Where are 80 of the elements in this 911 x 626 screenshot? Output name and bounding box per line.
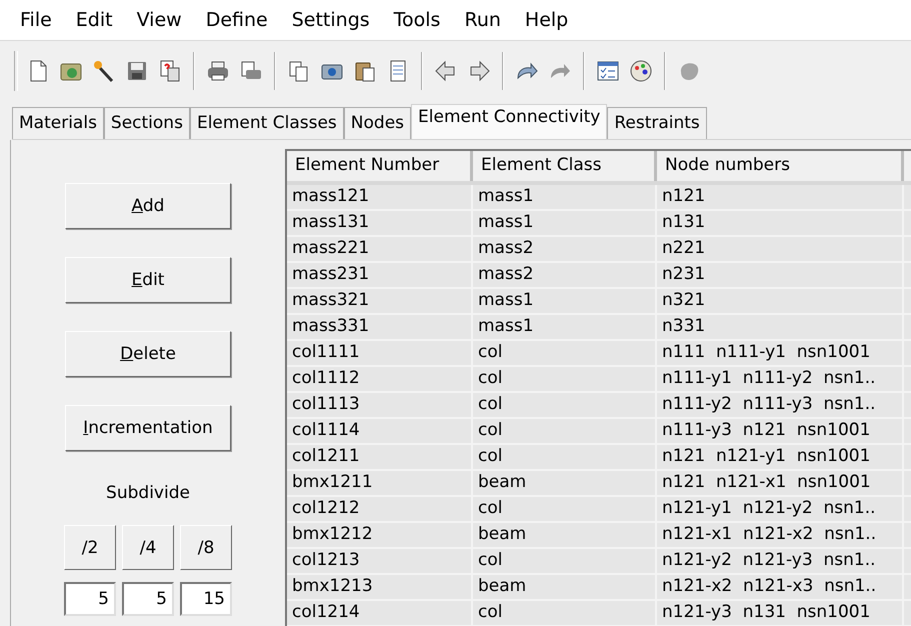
table-cell: col: [473, 341, 657, 365]
table-cell: beam: [473, 575, 657, 599]
table-cell: col: [473, 445, 657, 469]
table-cell: n111-y2 n111-y3 nsn1..: [657, 393, 904, 417]
table-cell: n121-x2 n121-x3 nsn1..: [657, 575, 904, 599]
table-cell: beam: [473, 471, 657, 495]
menu-item[interactable]: Define: [194, 9, 280, 31]
menu-item[interactable]: View: [124, 9, 194, 31]
table-cell: mass1: [473, 289, 657, 313]
table-cell: n111 n111-y1 nsn1001: [657, 341, 904, 365]
table-cell: mass1: [473, 211, 657, 235]
menu-item[interactable]: Settings: [280, 9, 382, 31]
table-cell: mass121: [287, 185, 473, 209]
table-cell: col1112: [287, 367, 473, 391]
column-header[interactable]: Element Class: [473, 151, 657, 181]
menu-item[interactable]: File: [8, 9, 64, 31]
subdivide-button[interactable]: /8: [180, 525, 232, 570]
subdivide-button[interactable]: /4: [122, 525, 174, 570]
table-cell: col: [473, 601, 657, 625]
tab[interactable]: Nodes: [344, 107, 412, 139]
table-cell: mass331: [287, 315, 473, 339]
table-cell: n121-y1 n121-y2 nsn1..: [657, 497, 904, 521]
table-cell: mass231: [287, 263, 473, 287]
action-button[interactable]: Add: [65, 183, 231, 229]
tab[interactable]: Materials: [12, 107, 104, 139]
action-button[interactable]: Edit: [65, 257, 231, 303]
table-cell: mass321: [287, 289, 473, 313]
menu-item[interactable]: Run: [452, 9, 513, 31]
action-button[interactable]: Delete: [65, 331, 231, 377]
action-button[interactable]: Incrementation: [65, 405, 231, 451]
palette-icon[interactable]: [628, 58, 654, 84]
table-cell: col: [473, 393, 657, 417]
table-cell: n331: [657, 315, 904, 339]
table-cell: n221: [657, 237, 904, 261]
menu-item[interactable]: Edit: [64, 9, 125, 31]
table-cell: mass131: [287, 211, 473, 235]
table-cell: mass2: [473, 263, 657, 287]
table-cell: n111-y3 n121 nsn1001: [657, 419, 904, 443]
menu-item[interactable]: Help: [512, 9, 580, 31]
table-cell: bmx1212: [287, 523, 473, 547]
menu-item[interactable]: Tools: [382, 9, 452, 31]
table-cell: n231: [657, 263, 904, 287]
table-cell: bmx1213: [287, 575, 473, 599]
table-cell: n121-x1 n121-x2 nsn1..: [657, 523, 904, 547]
table-cell: col1111: [287, 341, 473, 365]
table-cell: n111-y1 n111-y2 nsn1..: [657, 367, 904, 391]
table-cell: n121: [657, 185, 904, 209]
number-field[interactable]: 5: [64, 582, 116, 616]
table-cell: bmx1211: [287, 471, 473, 495]
table-cell: n131: [657, 211, 904, 235]
tab[interactable]: Element Classes: [190, 107, 344, 139]
number-field[interactable]: 15: [180, 582, 232, 616]
subdivide-label: Subdivide: [106, 483, 190, 503]
tab[interactable]: Sections: [104, 107, 190, 139]
table-cell: col1114: [287, 419, 473, 443]
column-header[interactable]: Node numbers: [657, 151, 904, 181]
table-cell: mass2: [473, 237, 657, 261]
table-cell: n321: [657, 289, 904, 313]
table-cell: col: [473, 419, 657, 443]
table-cell: beam: [473, 523, 657, 547]
table-cell: col1212: [287, 497, 473, 521]
table-cell: col: [473, 497, 657, 521]
table-cell: col1113: [287, 393, 473, 417]
table-cell: col1214: [287, 601, 473, 625]
tab[interactable]: Restraints: [607, 107, 707, 139]
tab[interactable]: Element Connectivity: [411, 104, 608, 139]
table-cell: n121 n121-y1 nsn1001: [657, 445, 904, 469]
subdivide-button[interactable]: /2: [64, 525, 116, 570]
table-cell: col: [473, 549, 657, 573]
table-cell: col1213: [287, 549, 473, 573]
table-cell: n121-y3 n131 nsn1001: [657, 601, 904, 625]
table-cell: n121-y2 n121-y3 nsn1..: [657, 549, 904, 573]
table-cell: col1211: [287, 445, 473, 469]
number-field[interactable]: 5: [122, 582, 174, 616]
column-header[interactable]: Element Number: [287, 151, 473, 181]
table-cell: col: [473, 367, 657, 391]
table-cell: mass1: [473, 315, 657, 339]
table-cell: mass1: [473, 185, 657, 209]
table-cell: mass221: [287, 237, 473, 261]
table-cell: n121 n121-x1 nsn1001: [657, 471, 904, 495]
